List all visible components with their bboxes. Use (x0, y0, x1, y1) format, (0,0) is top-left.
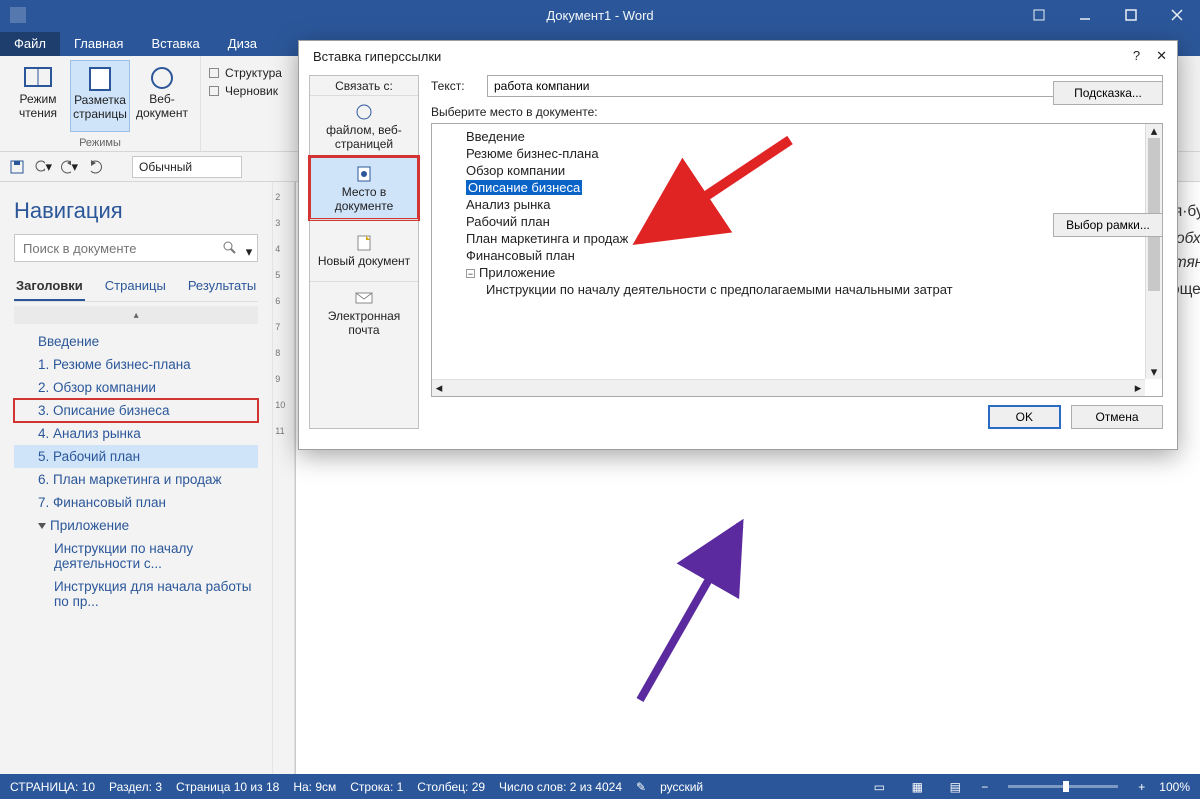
view-print-layout[interactable]: Разметка страницы (70, 60, 130, 132)
style-selector[interactable]: Обычный (132, 156, 242, 178)
view-draft-check[interactable]: Черновик (209, 84, 282, 98)
tree-node[interactable]: Инструкции по началу деятельности с пред… (438, 281, 1145, 298)
nav-tab-headings[interactable]: Заголовки (14, 274, 85, 301)
view-web-layout[interactable]: Веб-документ (132, 60, 192, 132)
nav-item[interactable]: Приложение (14, 514, 258, 537)
nav-outline: Введение 1. Резюме бизнес-плана 2. Обзор… (14, 330, 258, 613)
tree-collapse-icon[interactable]: − (466, 269, 475, 278)
linkto-file[interactable]: файлом, веб-страницей (310, 95, 418, 157)
status-page-of[interactable]: Страница 10 из 18 (176, 780, 279, 794)
status-page[interactable]: СТРАНИЦА: 10 (10, 780, 95, 794)
nav-tab-results[interactable]: Результаты (186, 274, 258, 301)
tree-node-selected[interactable]: Описание бизнеса (438, 179, 1145, 196)
view-reading[interactable]: Режим чтения (8, 60, 68, 132)
tree-node[interactable]: Резюме бизнес-плана (438, 145, 1145, 162)
nav-title: Навигация (14, 198, 258, 224)
view-read-icon[interactable]: ▭ (867, 777, 891, 797)
status-proofing-icon[interactable]: ✎ (636, 780, 646, 794)
view-web-icon[interactable]: ▤ (943, 777, 967, 797)
status-at[interactable]: На: 9см (293, 780, 336, 794)
nav-item[interactable]: Инструкция для начала работы по пр... (14, 575, 258, 613)
tree-hscroll[interactable]: ◂▸ (432, 379, 1145, 396)
zoom-level[interactable]: 100% (1159, 780, 1190, 794)
nav-item-highlighted[interactable]: 3. Описание бизнеса (14, 399, 258, 422)
nav-item-selected[interactable]: 5. Рабочий план (14, 445, 258, 468)
redo-icon[interactable] (86, 158, 104, 176)
vertical-ruler: 23 45 67 89 1011 (273, 182, 295, 774)
app-icon (0, 7, 36, 23)
tree-node[interactable]: План маркетинга и продаж (438, 230, 1145, 247)
tab-home[interactable]: Главная (60, 32, 137, 56)
tree-node[interactable]: Рабочий план (438, 213, 1145, 230)
link-to-label: Связать с: (310, 76, 418, 95)
tab-file[interactable]: Файл (0, 32, 60, 56)
undo-icon[interactable]: ▾ (60, 158, 78, 176)
app-title: Документ1 - Word (546, 8, 653, 23)
view-outline-check[interactable]: Структура (209, 66, 282, 80)
view-print-icon[interactable]: ▦ (905, 777, 929, 797)
status-language[interactable]: русский (660, 780, 703, 794)
zoom-out-icon[interactable]: − (981, 780, 988, 794)
status-line[interactable]: Строка: 1 (350, 780, 403, 794)
expander-icon[interactable] (38, 523, 46, 529)
linkto-place-in-doc[interactable]: Место в документе (310, 157, 418, 219)
status-bar: СТРАНИЦА: 10 Раздел: 3 Страница 10 из 18… (0, 774, 1200, 799)
nav-collapse-all[interactable]: ▴ (14, 306, 258, 324)
link-to-panel: Связать с: файлом, веб-страницей Место в… (309, 75, 419, 429)
maximize-icon[interactable] (1108, 0, 1154, 30)
nav-item[interactable]: 4. Анализ рынка (14, 422, 258, 445)
tree-node[interactable]: Введение (438, 128, 1145, 145)
close-icon[interactable] (1154, 0, 1200, 30)
status-section[interactable]: Раздел: 3 (109, 780, 162, 794)
status-column[interactable]: Столбец: 29 (417, 780, 485, 794)
insert-hyperlink-dialog: Вставка гиперссылки ? ✕ Связать с: файло… (298, 40, 1178, 450)
tab-insert[interactable]: Вставка (137, 32, 213, 56)
nav-item[interactable]: 2. Обзор компании (14, 376, 258, 399)
save-icon[interactable] (8, 158, 26, 176)
search-icon[interactable] (222, 240, 236, 257)
tree-node[interactable]: Обзор компании (438, 162, 1145, 179)
ribbon-group-views: Режимы (8, 137, 192, 149)
dialog-help-icon[interactable]: ? (1133, 48, 1140, 64)
status-words[interactable]: Число слов: 2 из 4024 (499, 780, 622, 794)
tab-design[interactable]: Диза (214, 32, 271, 56)
nav-item[interactable]: Инструкции по началу деятельности с... (14, 537, 258, 575)
zoom-in-icon[interactable]: + (1138, 780, 1145, 794)
ok-button[interactable]: OK (988, 405, 1061, 429)
word-titlebar: Документ1 - Word (0, 0, 1200, 30)
screentip-button[interactable]: Подсказка... (1053, 81, 1163, 105)
dialog-title: Вставка гиперссылки (313, 49, 441, 64)
nav-tab-pages[interactable]: Страницы (103, 274, 168, 301)
tree-node[interactable]: −Приложение (438, 264, 1145, 281)
ribbon-options-icon[interactable] (1016, 0, 1062, 30)
text-label: Текст: (431, 79, 479, 93)
target-frame-button[interactable]: Выбор рамки... (1053, 213, 1163, 237)
nav-item[interactable]: 6. План маркетинга и продаж (14, 468, 258, 491)
cancel-button[interactable]: Отмена (1071, 405, 1163, 429)
tree-node[interactable]: Анализ рынка (438, 196, 1145, 213)
navigation-pane: Навигация ▾ Заголовки Страницы Результат… (0, 182, 273, 774)
tree-node[interactable]: Финансовый план (438, 247, 1145, 264)
nav-item[interactable]: 1. Резюме бизнес-плана (14, 353, 258, 376)
dialog-close-icon[interactable]: ✕ (1156, 48, 1167, 64)
zoom-slider[interactable] (1008, 785, 1118, 788)
nav-item[interactable]: 7. Финансовый план (14, 491, 258, 514)
minimize-icon[interactable] (1062, 0, 1108, 30)
search-dropdown-icon[interactable]: ▾ (246, 244, 253, 260)
nav-item[interactable]: Введение (14, 330, 258, 353)
linkto-new-doc[interactable]: Новый документ (310, 219, 418, 281)
print-preview-icon[interactable]: ▾ (34, 158, 52, 176)
linkto-email[interactable]: Электронная почта (310, 281, 418, 343)
